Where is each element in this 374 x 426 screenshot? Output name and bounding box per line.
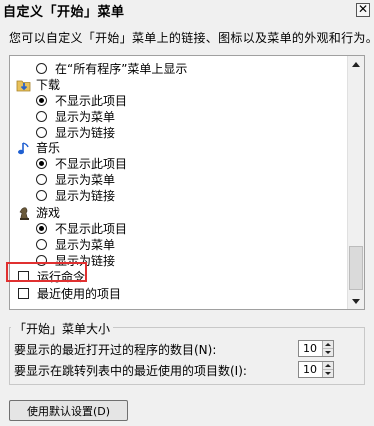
arrow-up-icon [325,343,331,346]
spin-down-button[interactable] [323,369,333,376]
menu-size-legend: 「开始」菜单大小 [11,320,114,337]
window-title: 自定义「开始」菜单 [3,5,125,20]
list-item[interactable]: 不显示此项目 [36,221,127,236]
radio-button[interactable] [36,95,47,106]
scroll-up-button[interactable] [348,56,364,72]
spin-down-button[interactable] [323,348,333,355]
spin-up-button[interactable] [323,362,333,369]
list-item[interactable]: 不显示此项目 [36,93,127,108]
radio-button[interactable] [36,158,47,169]
option-label: 最近使用的项目 [37,287,122,301]
music-note-icon [16,141,32,155]
list-item[interactable]: 显示为菜单 [36,109,115,124]
highlight-annotation [6,262,87,282]
option-label: 不显示此项目 [55,222,128,236]
checkbox[interactable] [18,288,29,299]
option-label: 显示为链接 [55,189,116,203]
jump-list-spinner[interactable]: 10 [298,361,334,378]
group-label: 下载 [36,78,61,92]
jump-list-label: 要显示在跳转列表中的最近使用的项目数(I): [14,364,247,378]
list-item[interactable]: 显示为菜单 [36,172,115,187]
option-label: 显示为菜单 [55,173,116,187]
radio-button[interactable] [36,63,47,74]
scroll-down-button[interactable] [348,293,364,309]
spinner-buttons[interactable] [322,341,333,356]
list-group-header: 游戏 [16,205,60,220]
spin-up-button[interactable] [323,341,333,348]
recent-programs-spinner[interactable]: 10 [298,340,334,357]
arrow-up-icon [325,364,331,367]
downloads-folder-icon [16,78,32,92]
arrow-down-icon [325,371,331,375]
group-label: 游戏 [36,206,61,220]
list-item[interactable]: 显示为链接 [36,125,115,140]
radio-button[interactable] [36,190,47,201]
recent-programs-value[interactable]: 10 [303,342,317,355]
jump-list-value[interactable]: 10 [303,363,317,376]
scroll-thumb[interactable] [349,246,363,290]
radio-button[interactable] [36,127,47,138]
list-item[interactable]: 最近使用的项目 [18,286,121,301]
arrow-down-icon [325,350,331,354]
arrow-up-icon [352,61,360,67]
option-label: 显示为链接 [55,126,116,140]
title-bar: 自定义「开始」菜单 ✕ [0,0,374,20]
close-icon: ✕ [357,2,369,16]
group-label: 音乐 [36,141,61,155]
list-group-header: 下载 [16,77,60,92]
close-button[interactable]: ✕ [356,3,370,17]
radio-button[interactable] [36,223,47,234]
option-label: 不显示此项目 [55,157,128,171]
list-item[interactable]: 不显示此项目 [36,156,127,171]
list-group-header: 音乐 [16,140,60,155]
use-default-settings-button[interactable]: 使用默认设置(D) [9,400,128,421]
option-label: 显示为菜单 [55,110,116,124]
option-label: 显示为菜单 [55,238,116,252]
vertical-scrollbar[interactable] [347,56,364,309]
recent-programs-label: 要显示的最近打开过的程序的数目(N): [14,343,217,357]
list-item[interactable]: 在“所有程序”菜单上显示 [36,61,187,76]
radio-button[interactable] [36,174,47,185]
description-text: 您可以自定义「开始」菜单上的链接、图标以及菜单的外观和行为。 [9,31,374,45]
arrow-down-icon [352,298,360,304]
chess-piece-icon [16,206,32,220]
list-item[interactable]: 显示为菜单 [36,237,115,252]
spinner-buttons[interactable] [322,362,333,377]
option-label: 在“所有程序”菜单上显示 [55,62,188,76]
radio-button[interactable] [36,239,47,250]
radio-button[interactable] [36,111,47,122]
option-label: 不显示此项目 [55,94,128,108]
list-item[interactable]: 显示为链接 [36,188,115,203]
